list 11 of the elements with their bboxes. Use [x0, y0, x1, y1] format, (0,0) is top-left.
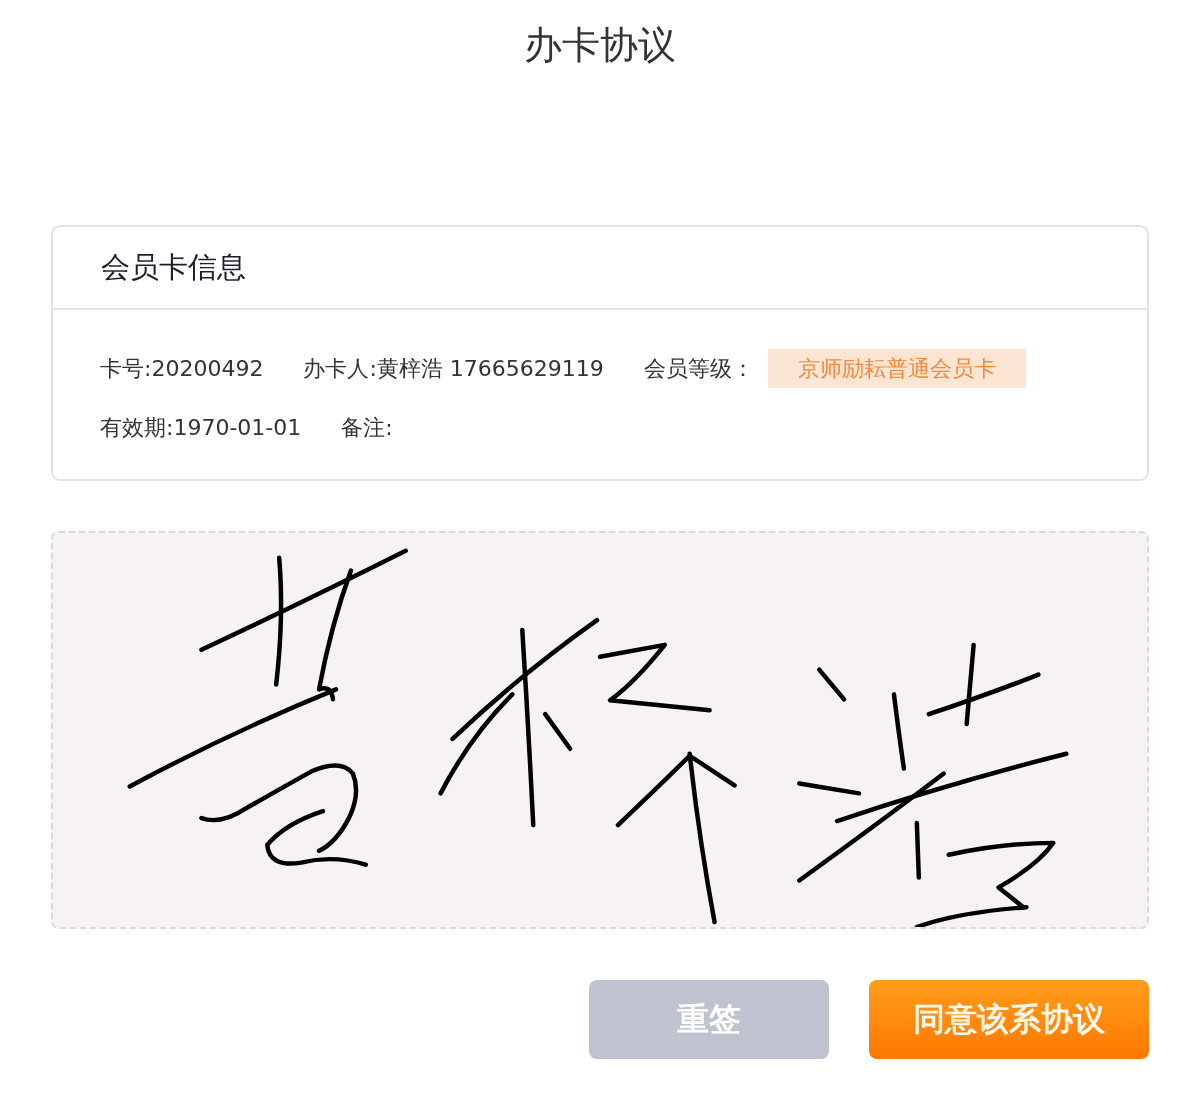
card-heading: 会员卡信息	[101, 248, 246, 286]
action-button[interactable]: 重签	[589, 980, 829, 1059]
info-text: 备注:	[341, 414, 393, 442]
member-level-label: 会员等级：	[643, 354, 754, 383]
page-title: 办卡协议	[524, 22, 676, 68]
info-text: 有效期:1970-01-01	[100, 414, 302, 442]
info-text: 办卡人:黄梓浩 17665629119	[303, 354, 604, 383]
signature-pad[interactable]	[51, 531, 1149, 929]
action-button[interactable]: 同意该系协议	[869, 980, 1149, 1059]
member-level-tag: 京师励耘普通会员卡	[767, 349, 1026, 388]
info-text: 卡号:20200492	[100, 354, 264, 383]
